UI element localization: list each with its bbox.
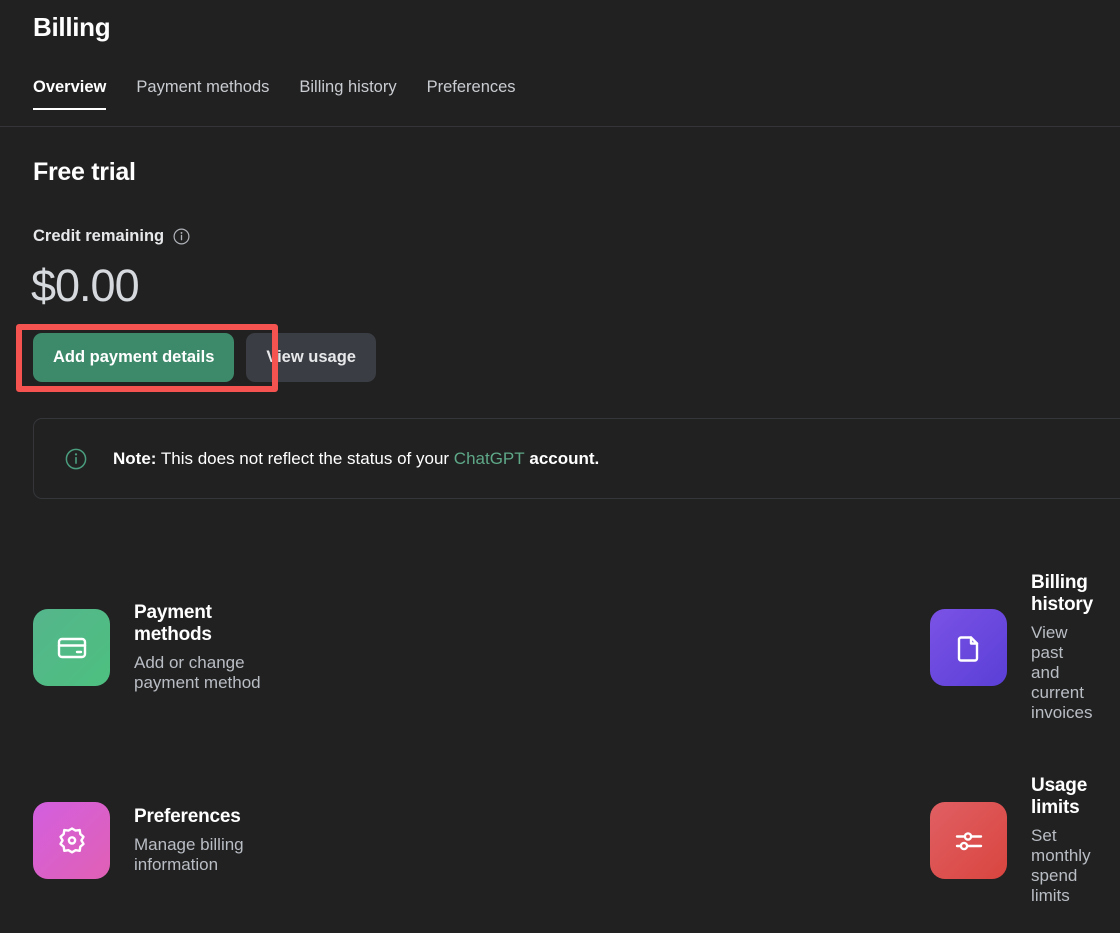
note-banner: Note: This does not reflect the status o… xyxy=(33,418,1120,499)
tab-billing-history[interactable]: Billing history xyxy=(299,78,396,110)
gear-icon xyxy=(33,802,110,879)
page-title: Billing xyxy=(33,12,111,42)
card-subtitle: Add or change payment method xyxy=(134,653,261,692)
add-payment-details-button[interactable]: Add payment details xyxy=(33,333,235,382)
view-usage-button[interactable]: View usage xyxy=(246,333,376,382)
card-usage-limits[interactable]: Usage limits Set monthly spend limits xyxy=(267,775,1093,906)
card-payment-methods[interactable]: Payment methods Add or change payment me… xyxy=(33,572,267,723)
note-prefix: Note: xyxy=(113,448,157,468)
quick-links-grid: Payment methods Add or change payment me… xyxy=(33,572,1093,933)
credit-amount: $0.00 xyxy=(31,260,140,311)
card-subtitle: Manage billing information xyxy=(134,835,244,874)
tab-divider xyxy=(0,126,1120,127)
card-title: Billing history xyxy=(1031,572,1093,615)
info-circle-icon xyxy=(65,448,87,470)
sliders-icon xyxy=(930,802,1008,879)
action-button-row: Add payment details View usage xyxy=(33,333,376,382)
card-title: Payment methods xyxy=(134,602,212,645)
credit-remaining-label: Credit remaining xyxy=(33,227,165,245)
card-subtitle: Set monthly spend limits xyxy=(1031,826,1091,905)
document-icon xyxy=(930,609,1008,686)
card-billing-history[interactable]: Billing history View past and current in… xyxy=(267,572,1093,723)
card-text: Billing history View past and current in… xyxy=(1031,572,1093,723)
billing-page: Billing Overview Payment methods Billing… xyxy=(0,0,1120,933)
tab-preferences[interactable]: Preferences xyxy=(427,78,516,110)
note-text-before: This does not reflect the status of your xyxy=(156,448,454,468)
tab-payment-methods[interactable]: Payment methods xyxy=(136,78,269,110)
tab-overview[interactable]: Overview xyxy=(33,78,107,110)
credit-remaining-row: Credit remaining xyxy=(33,227,190,246)
note-text: Note: This does not reflect the status o… xyxy=(113,449,599,469)
credit-card-icon xyxy=(33,609,110,686)
card-text: Usage limits Set monthly spend limits xyxy=(1031,775,1093,906)
card-text: Payment methods Add or change payment me… xyxy=(134,602,267,693)
info-icon[interactable] xyxy=(173,228,190,245)
card-title: Preferences xyxy=(134,806,241,827)
tab-bar: Overview Payment methods Billing history… xyxy=(33,78,516,110)
card-title: Usage limits xyxy=(1031,775,1088,818)
card-text: Preferences Manage billing information xyxy=(134,806,267,875)
plan-title: Free trial xyxy=(33,158,136,186)
note-text-after: account. xyxy=(524,448,600,468)
card-preferences[interactable]: Preferences Manage billing information xyxy=(33,775,267,906)
card-subtitle: View past and current invoices xyxy=(1031,623,1093,722)
chatgpt-link[interactable]: ChatGPT xyxy=(454,449,525,468)
